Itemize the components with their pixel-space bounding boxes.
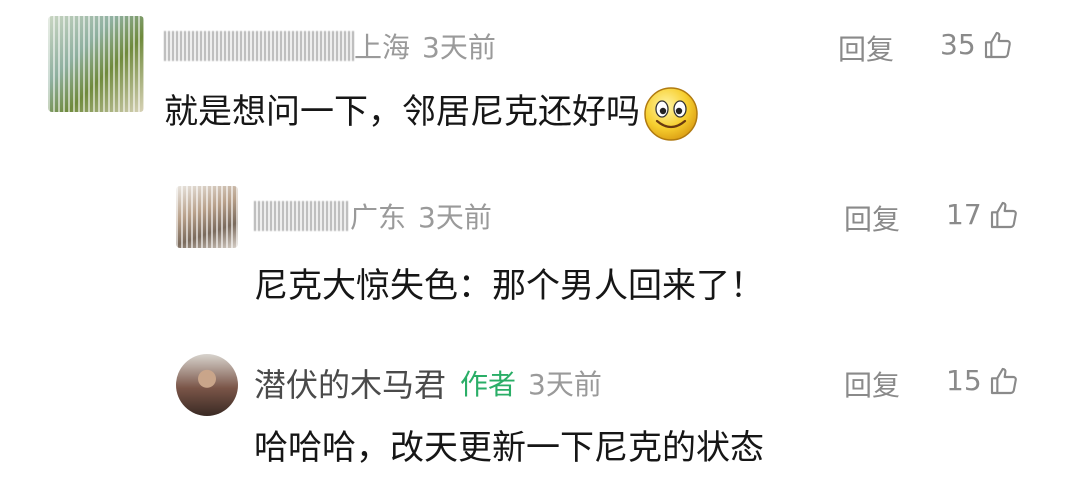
- like-button[interactable]: 17: [946, 198, 1020, 231]
- reply-item: 广东 3天前 回复 17 尼克大惊失色：那个男人回来了！: [0, 170, 1080, 340]
- comment-meta: 广东 3天前: [254, 196, 492, 236]
- reply-button[interactable]: 回复: [844, 364, 900, 404]
- username[interactable]: 潜伏的木马君: [254, 360, 446, 406]
- like-button[interactable]: 35: [940, 28, 1014, 61]
- avatar[interactable]: [176, 354, 238, 416]
- comment-meta: 潜伏的木马君 作者 3天前: [254, 360, 602, 406]
- smile-emoji: [644, 86, 698, 141]
- timestamp: 3天前: [422, 31, 496, 64]
- thumbs-up-icon: [984, 31, 1011, 58]
- comment-text: 尼克大惊失色：那个男人回来了！: [254, 266, 764, 306]
- avatar[interactable]: [176, 186, 238, 248]
- like-count: 15: [946, 364, 982, 397]
- author-badge: 作者: [460, 368, 517, 401]
- comment-item: 上海 3天前 回复 35 就是想问一下，邻居尼克还好吗: [0, 0, 1080, 170]
- comment-text-content: 就是想问一下，邻居尼克还好吗: [164, 92, 640, 132]
- reply-button[interactable]: 回复: [844, 198, 900, 238]
- like-count: 17: [946, 198, 982, 231]
- reply-item: 潜伏的木马君 作者 3天前 回复 15 哈哈哈，改天更新一下尼克的状态: [0, 340, 1080, 499]
- comment-text: 哈哈哈，改天更新一下尼克的状态: [254, 428, 764, 468]
- username-redacted[interactable]: [164, 31, 354, 61]
- comment-text: 就是想问一下，邻居尼克还好吗: [164, 84, 700, 143]
- like-button[interactable]: 15: [946, 364, 1020, 397]
- timestamp: 3天前: [418, 201, 492, 234]
- comment-meta: 上海 3天前: [164, 26, 496, 66]
- thumbs-up-icon: [990, 367, 1017, 394]
- like-count: 35: [940, 28, 976, 61]
- thumbs-up-icon: [990, 201, 1017, 228]
- avatar[interactable]: [48, 16, 144, 112]
- timestamp: 3天前: [528, 368, 602, 401]
- location-label: 广东: [350, 201, 407, 234]
- username-redacted[interactable]: [254, 201, 350, 231]
- reply-button[interactable]: 回复: [838, 28, 894, 68]
- location-label: 上海: [354, 31, 411, 64]
